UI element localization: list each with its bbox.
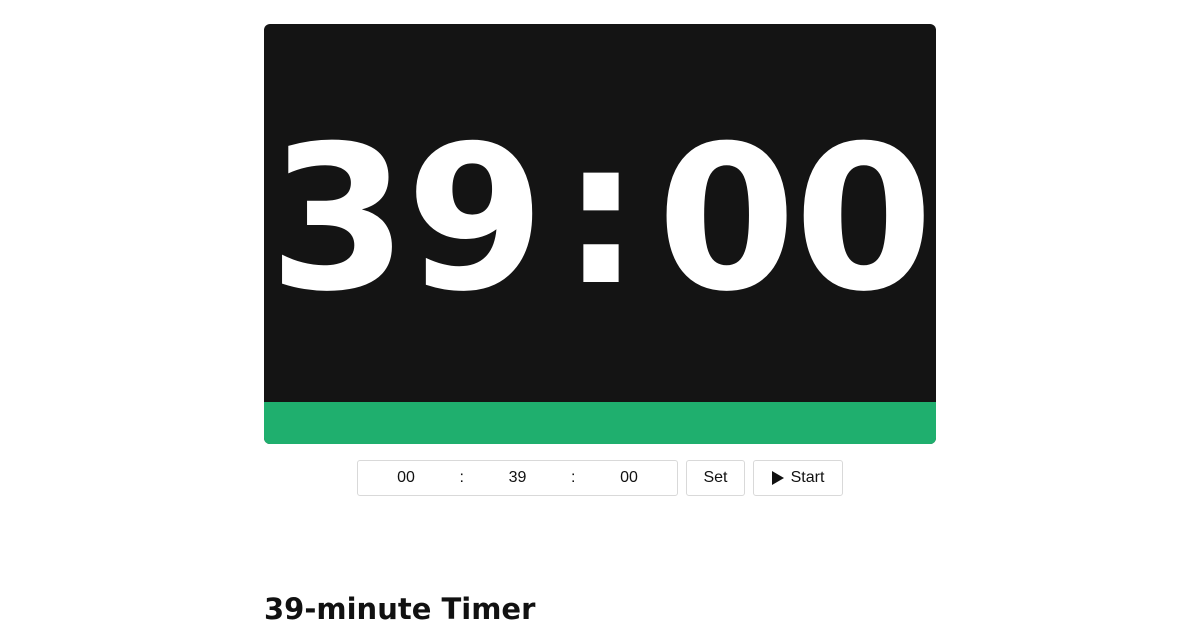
progress-fill bbox=[264, 402, 936, 444]
time-separator: : bbox=[571, 469, 576, 486]
set-button-label: Set bbox=[703, 469, 728, 486]
countdown-seconds: 00 bbox=[656, 103, 933, 336]
countdown-display: 39 : 00 bbox=[264, 103, 936, 350]
seconds-input[interactable] bbox=[581, 469, 677, 487]
time-input-group: : : bbox=[357, 460, 678, 496]
set-button[interactable]: Set bbox=[686, 460, 745, 496]
start-button[interactable]: Start bbox=[753, 460, 843, 496]
time-separator: : bbox=[459, 469, 464, 486]
minutes-input[interactable] bbox=[469, 469, 566, 487]
start-button-label: Start bbox=[790, 469, 825, 486]
timer-controls: : : Set Start bbox=[357, 460, 843, 496]
hours-input[interactable] bbox=[358, 469, 454, 487]
timer-page: 39 : 00 : : Set Start 39-minute Timer bbox=[0, 0, 1200, 627]
play-icon bbox=[771, 471, 784, 485]
countdown-minutes: 39 bbox=[268, 103, 545, 336]
timer-display-panel: 39 : 00 bbox=[264, 24, 936, 444]
page-title: 39-minute Timer bbox=[264, 592, 536, 626]
progress-bar bbox=[264, 402, 936, 444]
countdown-separator: : bbox=[561, 97, 641, 330]
